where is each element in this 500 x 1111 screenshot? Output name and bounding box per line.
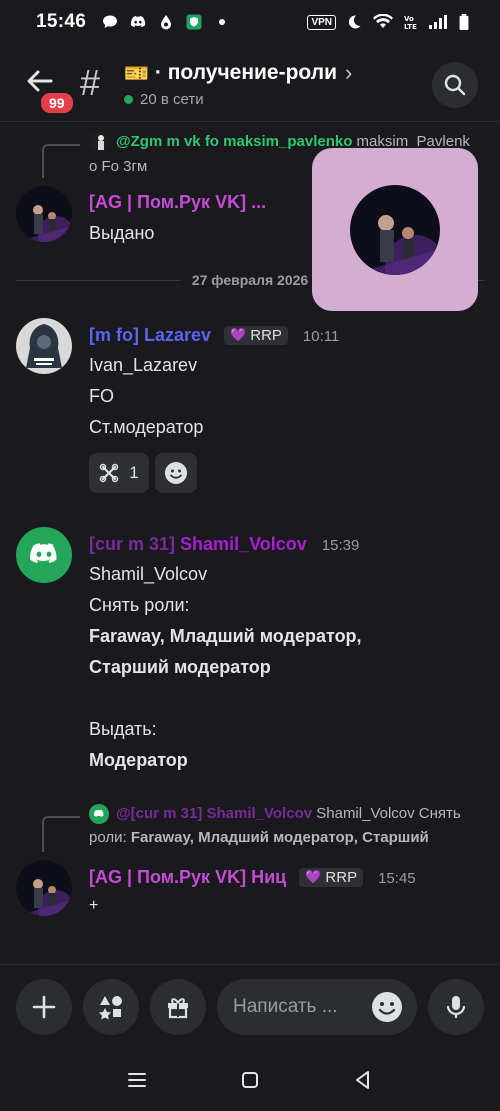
reply-author: @Zgm m vk fo maksim_pavlenko (116, 133, 353, 150)
message-input-placeholder: Написать ... (233, 996, 338, 1017)
avatar[interactable] (16, 860, 72, 916)
emoji-icon[interactable] (371, 991, 403, 1023)
reply-snippet-line2: роли: Faraway, Младший модератор, Старши… (89, 829, 429, 846)
message-text: Выдать: (89, 719, 157, 739)
chevron-right-icon: › (345, 60, 353, 85)
message-composer: Написать ... (0, 964, 500, 1048)
message-text-bold: Модератор (89, 750, 188, 770)
dot-icon (219, 19, 226, 25)
online-dot-icon (124, 95, 133, 104)
svg-text:Vo: Vo (404, 15, 414, 23)
rrp-tag: 💜 RRP (299, 867, 364, 887)
reply-avatar (89, 804, 109, 824)
hash-icon: # (80, 62, 101, 103)
system-nav-bar (0, 1048, 500, 1111)
message-author[interactable]: [AG | Пом.Рук VK] Ниц 💜 RRP 15:45 (89, 867, 416, 888)
message-text: Выдано (89, 223, 155, 243)
reply-avatar (89, 132, 109, 152)
tag-label: RRP (325, 868, 358, 886)
online-text: 20 в сети (140, 91, 204, 108)
message-list[interactable]: @Zgm m vk fo maksim_pavlenko maksim_Pavl… (0, 122, 500, 964)
author-name: Shamil_Volcov (180, 534, 307, 554)
message-author[interactable]: [m fo] Lazarev 💜 RRP 10:11 (89, 325, 339, 346)
message-author[interactable]: [AG | Пом.Рук VK] ... (89, 192, 266, 213)
reply-snippet-prefix: роли: (89, 829, 127, 846)
reaction-count: 1 (129, 463, 139, 482)
wifi-icon (373, 14, 393, 28)
battery-icon (459, 14, 469, 30)
search-button[interactable] (432, 62, 478, 108)
status-bar: 15:46 VPN Vo LTE (0, 0, 500, 44)
search-icon (444, 74, 466, 96)
message-author[interactable]: [cur m 31] Shamil_Volcov 15:39 (89, 534, 359, 555)
channel-header: 99 # 🎫 · получение-роли › 20 в сети (0, 44, 500, 122)
heart-icon: 💜 (230, 327, 247, 342)
discord-logo-icon (30, 543, 57, 564)
microphone-icon (446, 996, 466, 1018)
floating-call-card[interactable] (312, 148, 478, 311)
home-icon[interactable] (239, 1069, 261, 1091)
message-input[interactable]: Написать ... (217, 979, 417, 1035)
message-text-bold: Старший модератор (89, 657, 271, 677)
message-text-bold: Faraway, Младший модератор, (89, 626, 362, 646)
chat-bubble-icon (103, 15, 118, 28)
vpn-badge: VPN (307, 14, 336, 30)
channel-name: · получение-роли (154, 61, 337, 84)
gift-icon (168, 998, 188, 1019)
emoji-icon (165, 462, 187, 484)
ticket-emoji: 🎫 (124, 62, 149, 85)
reply-snippet-bold: Faraway, Младший модератор, Старший (130, 829, 429, 846)
x-cross-icon (100, 463, 119, 483)
message-timestamp: 15:39 (321, 537, 360, 554)
voice-message-button[interactable] (428, 979, 484, 1035)
add-button[interactable] (16, 979, 72, 1035)
reply-snippet-line2: o Fo 3гм (89, 158, 148, 175)
rrp-tag: 💜 RRP (224, 325, 288, 345)
message-text: Ivan_Lazarev (89, 355, 198, 375)
status-time: 15:46 (36, 11, 87, 32)
author-name: [m fo] Lazarev (89, 325, 212, 345)
discord-icon (130, 16, 146, 27)
reply-preview[interactable]: @[cur m 31] Shamil_Volcov Shamil_Volcov … (116, 805, 486, 822)
reply-snippet: Shamil_Volcov Снять (316, 805, 461, 822)
channel-title[interactable]: 🎫 · получение-роли › (124, 60, 352, 86)
moon-icon (348, 15, 361, 29)
online-count: 20 в сети (124, 91, 204, 108)
svg-text:LTE: LTE (404, 23, 417, 30)
message-text: FO (89, 386, 114, 406)
avatar[interactable] (16, 527, 72, 583)
recent-apps-icon[interactable] (126, 1070, 148, 1090)
author-name: [AG | Пом.Рук VK] Ниц (89, 867, 287, 887)
drop-icon (161, 15, 172, 30)
message-text: Ст.модератор (89, 417, 204, 437)
divider-date: 27 февраля 2026 (191, 272, 309, 288)
gift-button[interactable] (150, 979, 206, 1035)
back-nav-icon[interactable] (352, 1069, 374, 1091)
author-name: [AG | Пом.Рук VK] ... (89, 192, 267, 212)
reply-connector (42, 144, 80, 178)
heart-icon: 💜 (305, 869, 322, 884)
message-text: Shamil_Volcov (89, 564, 208, 584)
add-reaction-button[interactable] (155, 453, 197, 493)
reply-author: @[cur m 31] Shamil_Volcov (116, 805, 313, 822)
signal-icon (429, 15, 447, 29)
tag-label: RRP (250, 326, 282, 344)
author-prefix: [cur m 31] (89, 534, 176, 554)
plus-icon (32, 995, 56, 1019)
shield-app-icon (186, 14, 202, 30)
call-avatar (350, 184, 440, 275)
unread-badge: 99 (38, 90, 76, 116)
divider-line (16, 279, 180, 281)
message-timestamp: 10:11 (302, 328, 340, 345)
message-text: Снять роли: (89, 595, 190, 615)
reaction-chip[interactable]: 1 (89, 453, 149, 493)
avatar[interactable] (16, 186, 72, 242)
message-text: + (89, 897, 99, 914)
reply-connector (42, 816, 80, 852)
apps-button[interactable] (83, 979, 139, 1035)
volte-icon: VoLTE (404, 15, 417, 30)
avatar[interactable] (16, 318, 72, 374)
apps-icon (99, 996, 122, 1020)
message-timestamp: 15:45 (378, 870, 416, 887)
